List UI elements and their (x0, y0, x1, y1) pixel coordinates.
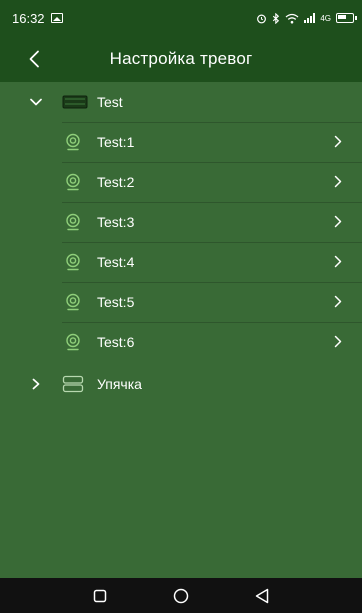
row-divider (62, 122, 362, 123)
camera-row[interactable]: Test:1 (0, 122, 362, 162)
chevron-down-icon (30, 98, 42, 106)
device-group-test[interactable]: Test (0, 82, 362, 122)
back-nav-button[interactable] (250, 584, 274, 608)
group-label: Test (97, 94, 123, 110)
row-divider (62, 242, 362, 243)
camera-row[interactable]: Test:5 (0, 282, 362, 322)
server-device-icon (62, 375, 84, 393)
camera-icon (66, 333, 80, 351)
camera-label: Test:4 (97, 254, 135, 270)
chevron-right-icon (334, 255, 342, 268)
network-type-label: 4G (320, 13, 331, 23)
page-title: Настройка тревог (109, 49, 253, 68)
camera-row[interactable]: Test:2 (0, 162, 362, 202)
nvr-device-icon (62, 95, 88, 109)
status-bar: 16:32 4G (0, 0, 362, 36)
home-button[interactable] (169, 584, 193, 608)
signal-icon (304, 13, 316, 23)
camera-icon (66, 253, 80, 271)
recent-apps-button[interactable] (88, 584, 112, 608)
system-nav-bar (0, 578, 362, 613)
status-time: 16:32 (12, 10, 45, 26)
camera-icon (66, 293, 80, 311)
app-header: Настройка тревог (0, 36, 362, 82)
camera-row[interactable]: Test:4 (0, 242, 362, 282)
device-group-upyachka[interactable]: Упячка (0, 364, 362, 404)
camera-label: Test:1 (97, 134, 135, 150)
camera-row[interactable]: Test:6 (0, 322, 362, 362)
camera-label: Test:3 (97, 214, 135, 230)
group-label: Упячка (97, 376, 142, 392)
back-button[interactable] (22, 47, 46, 71)
camera-row[interactable]: Test:3 (0, 202, 362, 242)
image-icon (50, 13, 63, 23)
expand-toggle[interactable] (28, 94, 44, 110)
row-divider (62, 322, 362, 323)
device-list: Test Test:1 Test:2 Test:3 Test:4 Test:5 … (0, 82, 362, 404)
back-arrow-icon (29, 50, 39, 68)
status-left: 16:32 (12, 11, 63, 26)
bluetooth-icon (273, 12, 280, 24)
row-divider (62, 162, 362, 163)
row-divider (62, 282, 362, 283)
back-icon (255, 588, 268, 603)
camera-icon (66, 173, 80, 191)
chevron-right-icon (334, 295, 342, 308)
chevron-right-icon (334, 335, 342, 348)
recent-apps-icon (94, 589, 107, 602)
expand-toggle[interactable] (28, 376, 44, 392)
camera-label: Test:6 (97, 334, 135, 350)
chevron-right-icon (334, 175, 342, 188)
alarm-clock-icon (257, 14, 267, 23)
camera-icon (66, 213, 80, 231)
camera-label: Test:5 (97, 294, 135, 310)
wifi-icon (285, 13, 299, 23)
camera-icon (66, 133, 80, 151)
status-right: 4G (256, 12, 357, 24)
camera-label: Test:2 (97, 174, 135, 190)
chevron-right-icon (334, 215, 342, 228)
battery-icon (336, 13, 357, 23)
chevron-right-icon (32, 378, 40, 390)
home-icon (173, 588, 189, 603)
chevron-right-icon (334, 135, 342, 148)
row-divider (62, 202, 362, 203)
